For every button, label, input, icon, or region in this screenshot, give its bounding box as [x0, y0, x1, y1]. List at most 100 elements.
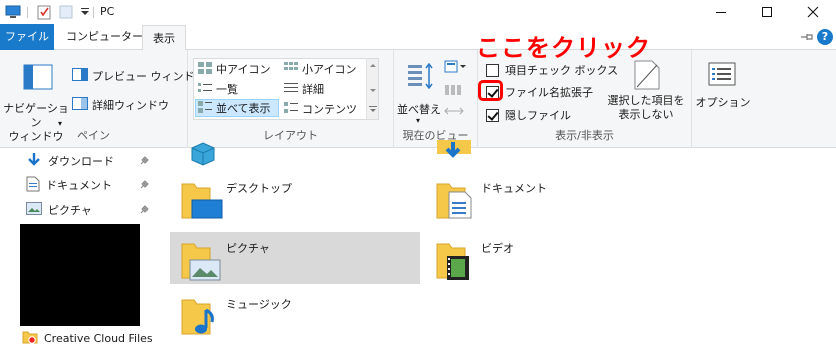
pin-icon[interactable] [139, 205, 149, 218]
options-button[interactable]: オプション [694, 58, 752, 128]
layout-details[interactable]: 詳細 [282, 80, 366, 98]
pin-icon[interactable] [139, 156, 149, 169]
layout-gallery-scrollbar[interactable] [366, 59, 378, 119]
options-icon [708, 62, 736, 89]
annotation-highlight [478, 80, 503, 101]
folder-music[interactable]: ミュージック [170, 288, 420, 340]
redacted-area [20, 224, 140, 326]
layout-list-label: 一覧 [216, 83, 238, 96]
small-icons-icon [284, 61, 298, 77]
pin-ribbon-icon[interactable] [800, 32, 814, 45]
item-checkboxes-toggle[interactable]: 項目チェック ボックス [486, 62, 618, 78]
navigation-pane: ダウンロード ドキュメント ピクチャ Creative Cloud Files [0, 148, 160, 349]
size-columns-icon [444, 105, 464, 120]
videos-folder-icon [435, 240, 479, 285]
folder-label: ピクチャ [226, 242, 270, 255]
nav-item-label: Creative Cloud Files [44, 331, 153, 345]
hide-selected-items-button[interactable]: 選択した項目を 表示しない [606, 56, 686, 128]
downloads-folder-icon [435, 140, 475, 167]
details-pane-icon [72, 97, 88, 113]
folder-documents[interactable]: ドキュメント [425, 172, 675, 224]
nav-item-creative-cloud[interactable]: Creative Cloud Files [22, 328, 153, 348]
chevron-down-icon: ▾ [416, 116, 421, 125]
folder-label: ドキュメント [481, 182, 547, 195]
group-by-icon[interactable] [444, 60, 466, 77]
layout-details-label: 詳細 [302, 83, 324, 96]
item-checkboxes-checkbox[interactable] [486, 63, 499, 77]
pin-icon[interactable] [139, 180, 149, 193]
nav-item-label: ドキュメント [46, 179, 112, 192]
new-folder-icon[interactable] [59, 5, 73, 22]
layout-gallery: 中アイコン 小アイコン 一覧 詳細 並べて表示 コンテンツ [193, 58, 379, 120]
ribbon-tab-row: ファイル コンピューター 表示 ? [0, 24, 836, 51]
details-pane-label: 詳細ウィンドウ [92, 99, 169, 112]
hidden-items-label: 隠しファイル [505, 109, 571, 122]
minimize-button[interactable] [698, 0, 744, 24]
hide-selected-icon [634, 60, 660, 93]
folder-label: デスクトップ [226, 182, 292, 195]
layout-content[interactable]: コンテンツ [282, 100, 366, 118]
folder-desktop[interactable]: デスクトップ [170, 172, 420, 224]
desktop-folder-icon [180, 180, 224, 225]
tab-view[interactable]: 表示 [142, 25, 186, 51]
layout-list[interactable]: 一覧 [196, 80, 280, 98]
help-icon[interactable]: ? [817, 29, 833, 45]
close-button[interactable] [790, 0, 836, 24]
sort-by-label: 並べ替え [397, 103, 441, 116]
options-label: オプション [695, 96, 751, 109]
folder-3d-objects[interactable] [170, 126, 420, 166]
sort-icon [406, 62, 434, 93]
window-title: PC [100, 5, 115, 18]
3d-objects-icon [188, 142, 218, 169]
file-extensions-label: ファイル名拡張子 [505, 86, 593, 99]
pictures-icon [26, 202, 42, 218]
details-pane-button[interactable]: 詳細ウィンドウ [72, 97, 169, 113]
tiles-view-icon [198, 100, 212, 116]
download-icon [26, 152, 42, 171]
customize-toolbar-icon[interactable] [80, 7, 90, 20]
hide-selected-label: 選択した項目を 表示しない [607, 94, 685, 121]
item-checkboxes-label: 項目チェック ボックス [505, 64, 619, 77]
folder-label: ビデオ [481, 242, 514, 255]
navigation-pane-icon [23, 64, 53, 93]
nav-item-downloads[interactable]: ダウンロード [26, 151, 114, 171]
add-columns-icon [444, 84, 464, 99]
details-view-icon [284, 82, 298, 97]
folder-pictures[interactable]: ピクチャ [170, 232, 420, 284]
folder-downloads[interactable] [425, 126, 675, 166]
preview-pane-button[interactable]: プレビュー ウィンドウ [72, 68, 206, 84]
divider [93, 7, 94, 18]
navigation-pane-button[interactable]: ナビゲーション ウィンドウ ▾ [3, 58, 69, 143]
layout-small-icons-label: 小アイコン [302, 63, 357, 76]
nav-item-documents[interactable]: ドキュメント [26, 175, 112, 195]
folder-videos[interactable]: ビデオ [425, 232, 675, 284]
maximize-button[interactable] [744, 0, 790, 24]
layout-content-label: コンテンツ [302, 103, 357, 116]
hidden-items-checkbox[interactable] [486, 108, 499, 122]
nav-item-label: ピクチャ [48, 204, 92, 217]
tab-file[interactable]: ファイル [0, 24, 54, 50]
documents-icon [26, 176, 40, 195]
tab-computer[interactable]: コンピューター [56, 24, 153, 50]
layout-medium-icons[interactable]: 中アイコン [196, 60, 280, 78]
hidden-items-toggle[interactable]: 隠しファイル [486, 107, 571, 123]
panes-group: ナビゲーション ウィンドウ ▾ プレビュー ウィンドウ 詳細ウィンドウ ペイン [0, 50, 206, 148]
creative-cloud-folder-icon [22, 329, 38, 348]
computer-icon[interactable] [5, 5, 21, 22]
layout-small-icons[interactable]: 小アイコン [282, 60, 366, 78]
panes-group-label: ペイン [77, 129, 110, 142]
folder-label: ミュージック [226, 298, 292, 311]
content-area: デスクトップ ドキュメント ピクチャ ビデオ ミュージック [160, 140, 836, 349]
music-folder-icon [180, 296, 224, 341]
layout-medium-icons-label: 中アイコン [216, 63, 271, 76]
layout-tiles[interactable]: 並べて表示 [195, 99, 279, 117]
nav-item-pictures[interactable]: ピクチャ [26, 200, 92, 220]
medium-icons-icon [198, 61, 212, 77]
nav-item-label: ダウンロード [48, 155, 114, 168]
title-bar: PC [0, 0, 836, 24]
annotation-text: ここをクリック [476, 34, 651, 62]
properties-icon[interactable] [37, 5, 51, 23]
sort-by-button[interactable]: 並べ替え ▾ [397, 58, 441, 126]
pictures-folder-icon [180, 240, 224, 285]
preview-pane-icon [72, 68, 88, 84]
